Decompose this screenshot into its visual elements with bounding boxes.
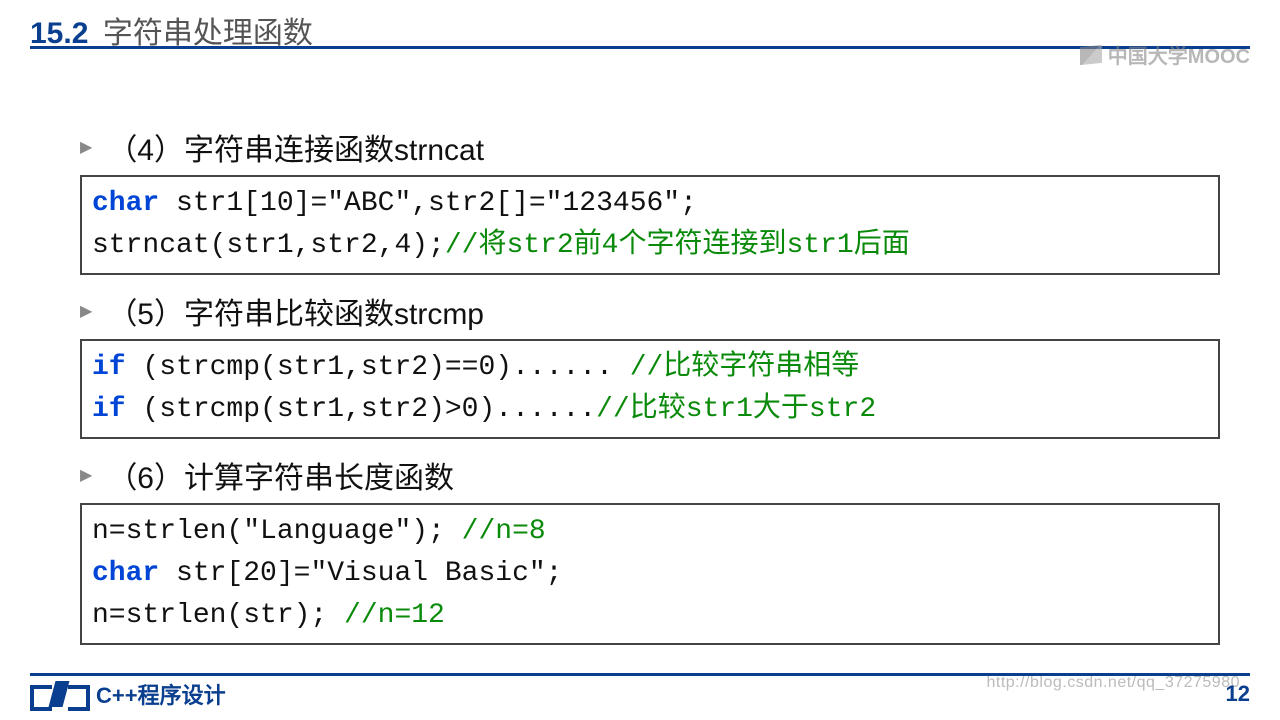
slide-content: ▶ （4）字符串连接函数strncat char str1[10]="ABC",st… (80, 115, 1220, 659)
bullet-text: （6）计算字符串长度函数 (107, 453, 454, 497)
bullet-row: ▶ （6）计算字符串长度函数 (80, 453, 1220, 497)
code-comment: //比较字符串相等 (630, 352, 860, 383)
triangle-icon: ▶ (80, 137, 92, 157)
code-comment: //n=12 (344, 600, 445, 631)
code-keyword: char (92, 188, 176, 219)
code-text: n=strlen("Language"); (92, 516, 462, 547)
page-number: 12 (1226, 681, 1250, 707)
triangle-icon: ▶ (80, 301, 92, 321)
bullet-text: （5）字符串比较函数strcmp (107, 289, 484, 333)
bullet-row: ▶ （5）字符串比较函数strcmp (80, 289, 1220, 333)
code-comment: //将str2前4个字符连接到str1后面 (445, 230, 910, 261)
logo-text: C++程序设计 (96, 678, 226, 710)
header-rule (30, 46, 1250, 49)
code-box: if (strcmp(str1,str2)==0)...... //比较字符串相… (80, 339, 1220, 439)
code-line: strncat(str1,str2,4);//将str2前4个字符连接到str1… (92, 225, 1208, 267)
slide-page: 15.2 字符串处理函数 中国大学MOOC ▶（4）字符串连接函数strncat… (0, 0, 1280, 720)
code-keyword: if (92, 352, 142, 383)
code-keyword: if (92, 394, 142, 425)
code-text: str1[10]="ABC",str2[]="123456"; (176, 188, 697, 219)
cube-icon (1080, 44, 1102, 64)
code-comment: //比较str1大于str2 (596, 394, 876, 425)
code-text: strncat(str1,str2,4); (92, 230, 445, 261)
code-comment: //n=8 (462, 516, 546, 547)
course-logo: C++程序设计 (30, 678, 226, 710)
code-text: str[20]="Visual Basic"; (176, 558, 562, 589)
code-keyword: char (92, 558, 176, 589)
mooc-watermark: 中国大学MOOC (1080, 40, 1250, 69)
bullet-row: ▶ （4）字符串连接函数strncat (80, 125, 1220, 169)
code-line: char str1[10]="ABC",str2[]="123456"; (92, 183, 1208, 225)
code-text: (strcmp(str1,str2)>0)...... (142, 394, 596, 425)
code-text: (strcmp(str1,str2)==0)...... (142, 352, 629, 383)
code-line: n=strlen(str); //n=12 (92, 595, 1208, 637)
code-box: char str1[10]="ABC",str2[]="123456";strn… (80, 175, 1220, 275)
code-text: n=strlen(str); (92, 600, 344, 631)
code-line: char str[20]="Visual Basic"; (92, 553, 1208, 595)
bullet-text: （4）字符串连接函数strncat (107, 125, 484, 169)
watermark-text: 中国大学MOOC (1108, 40, 1250, 69)
code-box: n=strlen("Language"); //n=8char str[20]=… (80, 503, 1220, 645)
slide-footer: C++程序设计 12 (30, 673, 1250, 712)
code-line: if (strcmp(str1,str2)>0)......//比较str1大于… (92, 389, 1208, 431)
code-line: if (strcmp(str1,str2)==0)...... //比较字符串相… (92, 347, 1208, 389)
logo-mark-icon (30, 681, 90, 707)
code-line: n=strlen("Language"); //n=8 (92, 511, 1208, 553)
triangle-icon: ▶ (80, 465, 92, 485)
